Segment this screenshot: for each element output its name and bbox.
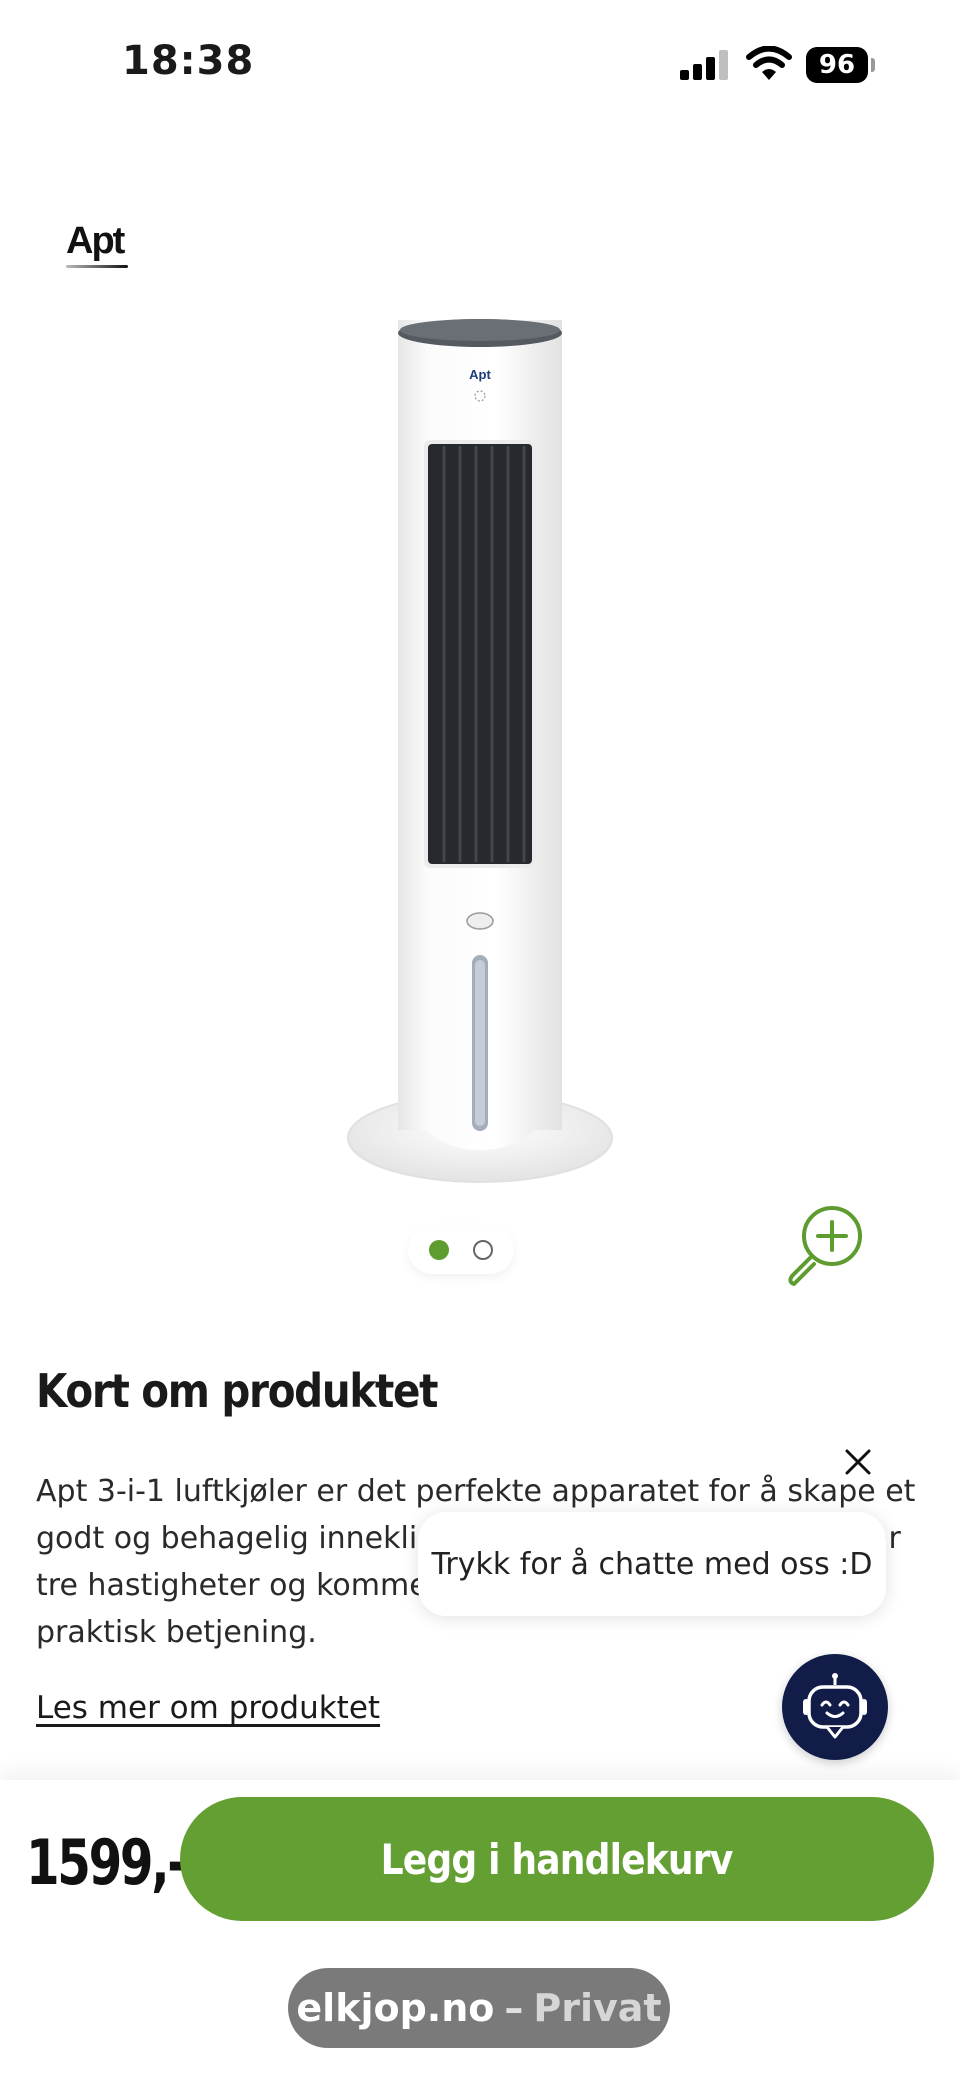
battery-icon: 96 — [806, 47, 868, 83]
battery-tip — [871, 58, 875, 72]
section-title: Kort om produktet — [36, 1364, 438, 1418]
chat-tooltip[interactable]: Trykk for å chatte med oss :D — [418, 1512, 886, 1616]
status-bar: 18:38 96 — [0, 0, 960, 130]
add-to-cart-button[interactable]: Legg i handlekurv — [180, 1797, 934, 1921]
carousel-dot-2[interactable] — [473, 1240, 493, 1260]
url-domain: elkjop.no — [296, 1986, 495, 2030]
status-time: 18:38 — [122, 38, 255, 84]
chat-robot-icon — [803, 1673, 867, 1739]
browsing-mode: Privat — [533, 1986, 662, 2030]
product-image[interactable]: Apt — [330, 300, 630, 1200]
read-more-link[interactable]: Les mer om produktet — [36, 1690, 380, 1726]
chat-bot-button[interactable] — [782, 1654, 888, 1760]
cellular-signal-icon — [680, 50, 728, 80]
carousel-dot-1[interactable] — [429, 1240, 449, 1260]
device-logo: Apt — [469, 367, 491, 382]
brand-underline — [66, 265, 128, 268]
add-to-cart-label: Legg i handlekurv — [381, 1834, 734, 1884]
brand-name: Apt — [66, 220, 125, 262]
chat-tooltip-text: Trykk for å chatte med oss :D — [431, 1546, 873, 1582]
chat-close-icon[interactable] — [838, 1442, 878, 1482]
browser-url-bar[interactable]: elkjop.no – Privat — [288, 1968, 670, 2048]
brand-logo[interactable]: Apt — [66, 220, 136, 268]
battery-level: 96 — [818, 50, 856, 80]
url-separator: – — [504, 1986, 524, 2030]
zoom-in-icon[interactable] — [784, 1204, 868, 1288]
price: 1599,- — [26, 1826, 187, 1899]
carousel-dots — [408, 1226, 514, 1274]
wifi-icon — [746, 46, 792, 80]
